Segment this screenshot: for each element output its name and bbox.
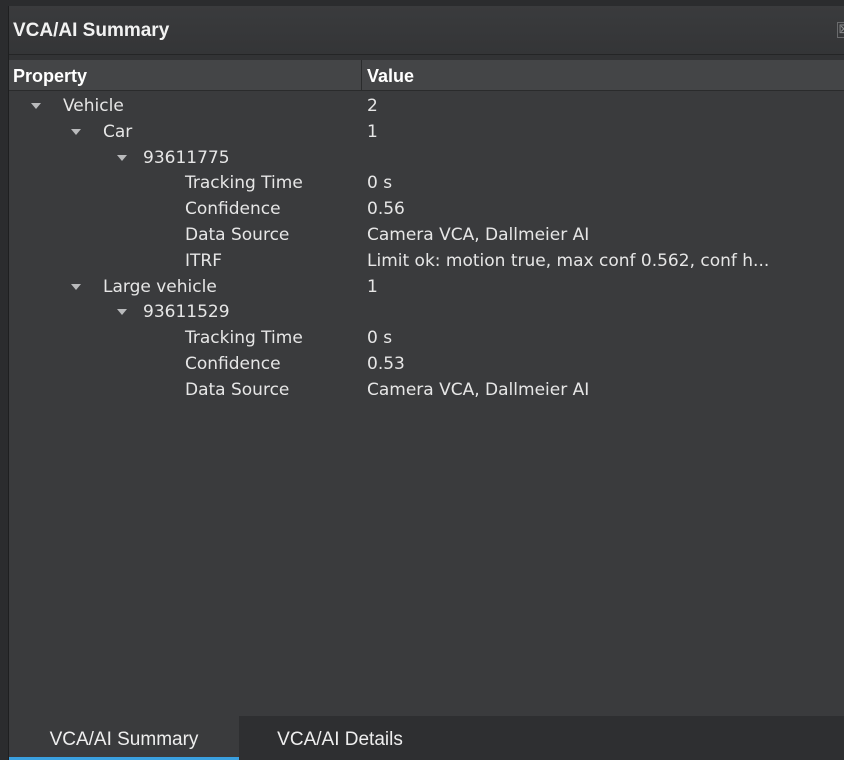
grid-rows: Vehicle 2 Car 1 93611775 Tracking Time 0 s Conf… <box>9 94 844 404</box>
column-divider[interactable] <box>361 60 362 90</box>
tab-bar: VCA/AI Summary VCA/AI Details <box>9 716 844 760</box>
tab-vca-ai-summary[interactable]: VCA/AI Summary <box>9 716 239 760</box>
property-label: Vehicle <box>63 96 124 116</box>
expand-arrow-icon[interactable] <box>71 283 81 290</box>
property-value: 0 s <box>367 173 393 194</box>
table-row[interactable]: Tracking Time 0 s <box>9 171 844 197</box>
property-value: 1 <box>367 121 378 142</box>
panel-title: VCA/AI Summary <box>13 20 170 41</box>
property-value: 1 <box>367 276 378 297</box>
expand-arrow-icon[interactable] <box>71 128 81 135</box>
table-row[interactable]: Large vehicle 1 <box>9 275 844 301</box>
panel-titlebar: VCA/AI Summary ⊠ <box>9 6 844 55</box>
table-row[interactable]: ITRF Limit ok: motion true, max conf 0.56… <box>9 249 844 275</box>
table-row[interactable]: 93611775 <box>9 146 844 172</box>
grid-header: Property Value <box>9 60 844 91</box>
property-label: Confidence <box>185 199 281 220</box>
expand-arrow-icon[interactable] <box>117 309 127 316</box>
table-row[interactable]: Confidence 0.53 <box>9 352 844 378</box>
table-row[interactable]: Tracking Time 0 s <box>9 326 844 352</box>
property-value: 0.56 <box>367 199 405 220</box>
vca-ai-summary-panel: VCA/AI Summary ⊠ Property Value Vehicle 2… <box>8 6 844 760</box>
property-label: Data Source <box>185 379 290 400</box>
expand-arrow-icon[interactable] <box>31 103 41 109</box>
property-value: Camera VCA, Dallmeier AI <box>367 379 590 400</box>
table-row[interactable]: Data Source Camera VCA, Dallmeier AI <box>9 378 844 404</box>
property-label: Data Source <box>185 224 290 245</box>
property-value: 2 <box>367 96 378 116</box>
property-value: Limit ok: motion true, max conf 0.562, c… <box>367 250 770 271</box>
column-header-value[interactable]: Value <box>367 66 414 87</box>
property-grid: Property Value Vehicle 2 Car 1 93611775 Track… <box>9 60 844 716</box>
property-value: 0 s <box>367 328 393 349</box>
property-value: Camera VCA, Dallmeier AI <box>367 224 590 245</box>
tab-vca-ai-details[interactable]: VCA/AI Details <box>245 716 435 760</box>
table-row[interactable]: 93611529 <box>9 300 844 326</box>
property-value: 0.53 <box>367 353 405 374</box>
close-icon[interactable]: ⊠ <box>837 22 844 38</box>
column-header-property[interactable]: Property <box>13 66 87 87</box>
table-row[interactable]: Data Source Camera VCA, Dallmeier AI <box>9 223 844 249</box>
property-label: 93611775 <box>143 147 230 168</box>
property-label: ITRF <box>185 250 222 271</box>
property-label: Tracking Time <box>185 173 303 194</box>
table-row[interactable]: Vehicle 2 <box>9 94 844 120</box>
expand-arrow-icon[interactable] <box>117 154 127 161</box>
table-row[interactable]: Car 1 <box>9 120 844 146</box>
property-label: Large vehicle <box>103 276 217 297</box>
property-label: 93611529 <box>143 302 230 323</box>
property-label: Confidence <box>185 353 281 374</box>
table-row[interactable]: Confidence 0.56 <box>9 197 844 223</box>
property-label: Car <box>103 121 133 142</box>
property-label: Tracking Time <box>185 328 303 349</box>
